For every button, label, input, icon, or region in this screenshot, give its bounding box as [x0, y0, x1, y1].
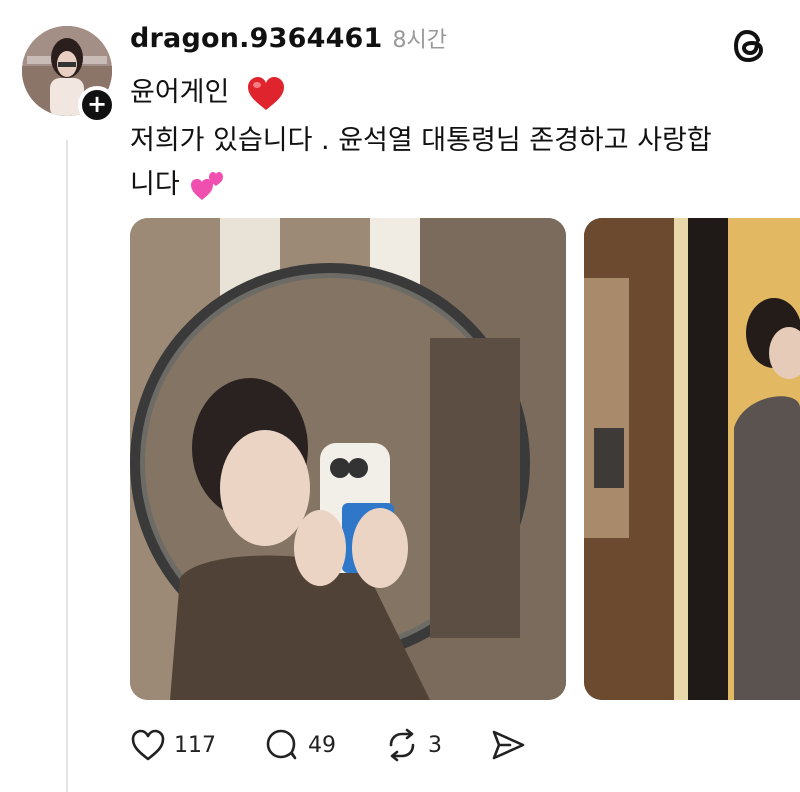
post-photo-1[interactable]: [130, 218, 566, 700]
timestamp: 8시간: [392, 28, 448, 53]
username[interactable]: dragon.9364461: [130, 23, 383, 54]
heart-icon: [131, 729, 165, 761]
comment-button[interactable]: 49: [264, 728, 336, 762]
two-hearts-icon: [191, 171, 224, 200]
follow-plus-icon[interactable]: +: [78, 86, 116, 124]
comment-count: 49: [308, 732, 336, 758]
post-text-line-2: 저희가 있습니다 . 윤석열 대통령님 존경하고 사랑합: [130, 125, 712, 156]
post-text-line-1: 윤어게인: [130, 70, 286, 112]
post-photo-2[interactable]: [584, 218, 800, 700]
post-header: dragon.9364461 8시간: [130, 22, 447, 54]
post-text: 니다: [130, 169, 180, 200]
post-text: 윤어게인: [130, 77, 230, 108]
repost-count: 3: [428, 732, 442, 758]
share-button[interactable]: [490, 728, 526, 762]
comment-bubble-icon: [266, 729, 297, 760]
post-text-line-3: 니다: [130, 162, 226, 202]
send-icon: [492, 730, 525, 760]
red-heart-icon: [247, 76, 284, 110]
repost-button[interactable]: 3: [384, 728, 442, 762]
like-button[interactable]: 117: [130, 728, 216, 762]
threads-logo-icon[interactable]: [730, 26, 770, 66]
like-count: 117: [174, 732, 216, 758]
repost-icon: [389, 728, 415, 762]
action-bar: 117 49 3: [130, 728, 574, 762]
thread-line: [66, 140, 68, 792]
